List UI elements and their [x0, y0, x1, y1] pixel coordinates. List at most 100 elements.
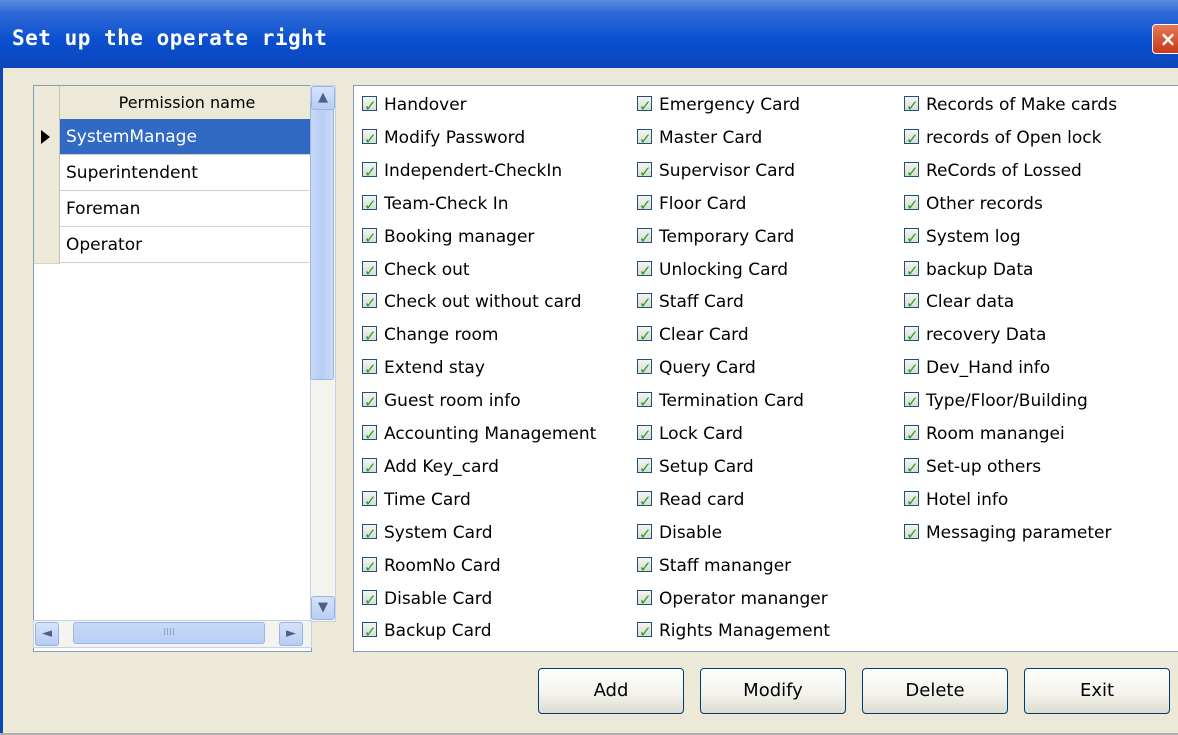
permissions-panel: Handover Modify Password Independert-Check… [353, 85, 1178, 652]
checked-checkbox-icon[interactable] [362, 587, 377, 613]
scroll-down-button[interactable]: ▼ [311, 596, 335, 620]
checked-checkbox-icon[interactable] [637, 521, 652, 547]
checked-checkbox-icon[interactable] [362, 488, 377, 514]
scroll-up-button[interactable]: ▲ [311, 86, 335, 110]
checked-checkbox-icon[interactable] [637, 455, 652, 481]
exit-button[interactable]: Exit [1024, 668, 1170, 714]
permission-label: backup Data [926, 259, 1034, 280]
checked-checkbox-icon[interactable] [904, 521, 919, 547]
checked-checkbox-icon[interactable] [904, 455, 919, 481]
window-title: Set up the operate right [12, 26, 328, 50]
permission-label: Setup Card [659, 456, 754, 477]
grid-cell[interactable]: Foreman [60, 191, 314, 227]
scroll-right-button[interactable]: ► [279, 622, 303, 646]
permission-label: Booking manager [384, 226, 535, 247]
permission-label: Independert-CheckIn [384, 160, 563, 181]
permission-label: RoomNo Card [384, 555, 501, 576]
checked-checkbox-icon[interactable] [362, 356, 377, 382]
checked-checkbox-icon[interactable] [904, 126, 919, 152]
permission-label: Disable Card [384, 588, 493, 609]
grid-cell[interactable]: Superintendent [60, 155, 314, 191]
permission-label: Team-Check In [384, 193, 509, 214]
checked-checkbox-icon[interactable] [362, 225, 377, 251]
checked-checkbox-icon[interactable] [362, 159, 377, 185]
checked-checkbox-icon[interactable] [362, 258, 377, 284]
grid-header-indicator [34, 86, 60, 120]
checked-checkbox-icon[interactable] [637, 93, 652, 119]
checked-checkbox-icon[interactable] [637, 356, 652, 382]
permission-label: Clear data [926, 292, 1015, 313]
row-indicator [34, 155, 60, 192]
grid-row[interactable]: Operator [34, 227, 314, 264]
checked-checkbox-icon[interactable] [637, 619, 652, 645]
checked-checkbox-icon[interactable] [362, 93, 377, 119]
close-button[interactable]: × [1152, 24, 1178, 54]
checked-checkbox-icon[interactable] [362, 422, 377, 448]
checked-checkbox-icon[interactable] [362, 290, 377, 316]
title-bar[interactable]: Set up the operate right × [0, 0, 1178, 68]
grid-row[interactable]: SystemManage [34, 119, 314, 156]
grid-vertical-scroll-thumb[interactable] [310, 100, 334, 380]
permission-label: Staff mananger [659, 555, 792, 576]
permission-label: recovery Data [926, 325, 1047, 346]
checked-checkbox-icon[interactable] [904, 488, 919, 514]
permission-label: Temporary Card [659, 226, 795, 247]
checked-checkbox-icon[interactable] [362, 619, 377, 645]
checked-checkbox-icon[interactable] [362, 521, 377, 547]
checked-checkbox-icon[interactable] [362, 323, 377, 349]
modify-button[interactable]: Modify [700, 668, 846, 714]
permission-label: Master Card [659, 127, 763, 148]
grid-row[interactable]: Superintendent [34, 155, 314, 192]
scroll-left-button[interactable]: ◄ [35, 622, 59, 646]
checked-checkbox-icon[interactable] [637, 159, 652, 185]
checked-checkbox-icon[interactable] [362, 192, 377, 218]
checked-checkbox-icon[interactable] [362, 554, 377, 580]
checked-checkbox-icon[interactable] [904, 356, 919, 382]
checked-checkbox-icon[interactable] [904, 323, 919, 349]
permission-label: Records of Make cards [926, 95, 1118, 115]
checked-checkbox-icon[interactable] [362, 126, 377, 152]
permission-label: Extend stay [384, 358, 485, 379]
permission-label: Hotel info [926, 489, 1009, 510]
checked-checkbox-icon[interactable] [637, 225, 652, 251]
permission-label: Type/Floor/Building [926, 391, 1088, 412]
permission-label: Dev_Hand info [926, 358, 1051, 379]
permission-label: Set-up others [926, 456, 1042, 477]
checked-checkbox-icon[interactable] [637, 290, 652, 316]
checked-checkbox-icon[interactable] [637, 587, 652, 613]
permission-label: Unlocking Card [659, 259, 788, 280]
checked-checkbox-icon[interactable] [904, 192, 919, 218]
checked-checkbox-icon[interactable] [637, 323, 652, 349]
grid-cell[interactable]: SystemManage [60, 119, 314, 155]
permission-label: Clear Card [659, 325, 749, 346]
grid-row[interactable]: Foreman [34, 191, 314, 228]
delete-button[interactable]: Delete [862, 668, 1008, 714]
permission-label: Read card [659, 489, 745, 510]
checked-checkbox-icon[interactable] [904, 389, 919, 415]
checked-checkbox-icon[interactable] [637, 422, 652, 448]
checked-checkbox-icon[interactable] [362, 389, 377, 415]
checked-checkbox-icon[interactable] [904, 290, 919, 316]
checked-checkbox-icon[interactable] [904, 93, 919, 119]
checked-checkbox-icon[interactable] [637, 488, 652, 514]
permission-label: Check out [384, 259, 470, 280]
checked-checkbox-icon[interactable] [637, 192, 652, 218]
permission-label: ReCords of Lossed [926, 160, 1082, 181]
checked-checkbox-icon[interactable] [637, 389, 652, 415]
permission-label: Modify Password [384, 127, 526, 148]
checked-checkbox-icon[interactable] [637, 554, 652, 580]
add-button[interactable]: Add [538, 668, 684, 714]
permission-label: Change room [384, 325, 499, 346]
checked-checkbox-icon[interactable] [904, 225, 919, 251]
permission-label: System log [926, 226, 1021, 247]
checked-checkbox-icon[interactable] [904, 422, 919, 448]
grid-cell[interactable]: Operator [60, 227, 314, 263]
column-header-permission-name[interactable]: Permission name [60, 86, 314, 120]
permission-label: Staff Card [659, 292, 744, 313]
checked-checkbox-icon[interactable] [904, 258, 919, 284]
checked-checkbox-icon[interactable] [904, 159, 919, 185]
checked-checkbox-icon[interactable] [637, 126, 652, 152]
checked-checkbox-icon[interactable] [362, 455, 377, 481]
grid-horizontal-scroll-thumb[interactable]: IIII [73, 622, 265, 644]
checked-checkbox-icon[interactable] [637, 258, 652, 284]
